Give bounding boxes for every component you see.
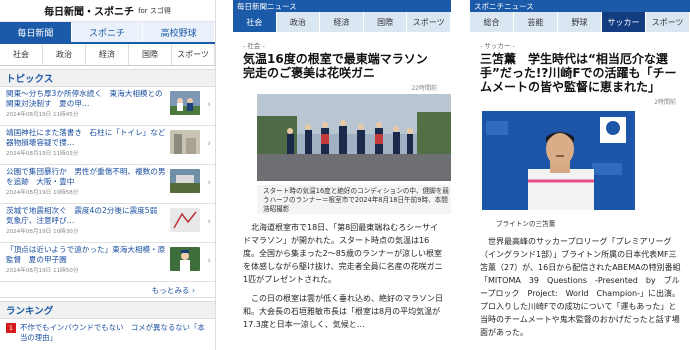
news-item[interactable]: 公園で集団暴行か 男性が重傷不明、複数の男を追跡 大阪・豊中 2024年08月1… [0, 165, 215, 204]
news-item[interactable]: 「頂点は近いようで遠かった」東海大相模・原監督 夏の甲子園 2024年08月19… [0, 243, 215, 282]
news-title: 「頂点は近いようで遠かった」東海大相模・原監督 夏の甲子園 [6, 245, 166, 264]
news-title: 関東～分ち厚3か所停水続く 東海大相模との関東対決制す 夏の甲… [6, 89, 163, 108]
tab-economy[interactable]: 経済 [320, 12, 364, 32]
brand-subtitle: for スゴ得 [138, 6, 171, 15]
tab-sponichi[interactable]: スポニチ [71, 22, 144, 42]
ranking-item[interactable]: 1 不作でもインバウンドでもない コメが異なるない「本当の理由」 [0, 319, 215, 347]
article-photo [257, 94, 451, 181]
chevron-right-icon: › [207, 217, 211, 227]
news-item[interactable]: 茨城で地震相次ぐ 震度4の2分後に震度5弱 気象庁、注意呼び… 2024年08月… [0, 204, 215, 243]
category-bar: 社会 政治 経済 国際 スポーツ [0, 44, 215, 66]
category-society[interactable]: 社会 [0, 44, 43, 65]
chevron-right-icon: › [191, 286, 195, 295]
category-sports[interactable]: スポーツ [172, 44, 215, 65]
article-photo [482, 111, 635, 210]
chevron-right-icon: › [207, 100, 211, 110]
brand-title: 毎日新聞・スポニチ [44, 7, 135, 18]
tab-koukou-yakyu[interactable]: 高校野球 [143, 22, 215, 42]
article-headline: 気温16度の根室で最東端マラソン 完走のご褒美は花咲ガニ [243, 52, 440, 80]
article-paragraph: 北海道根室市で18日、「第8回最東端ねむろシーサイドマラソン」が開かれた。スター… [243, 223, 443, 284]
photo-caption: スタート時の気温16度と絶好のコンディションの中、健脚を競うハーフのランナー＝根… [257, 185, 451, 214]
tab-sports[interactable]: スポーツ [407, 12, 451, 32]
chevron-right-icon: › [207, 256, 211, 266]
tab-general[interactable]: 総合 [470, 12, 514, 32]
mainichi-article-screen: 毎日新聞ニュース 社会 政治 経済 国際 スポーツ - 社会 - 気温16度の根… [233, 0, 451, 350]
ranking-title: 不作でもインバウンドでもない コメが異なるない「本当の理由」 [20, 323, 205, 342]
tab-soccer[interactable]: サッカー [602, 12, 646, 32]
news-item[interactable]: 靖国神社にまた落書き 石柱に「トイレ」など 器物損壊容疑で捜… 2024年08月… [0, 126, 215, 165]
section-label: - サッカー - [480, 42, 515, 50]
sponichi-article-screen: スポニチニュース 総合 芸能 野球 サッカー スポーツ - サッカー - 三笘薫… [470, 0, 690, 350]
article-paragraph: 世界最高峰のサッカープロリーグ「プレミアリーグ（イングランド1部）」ブライトン所… [480, 237, 681, 337]
app-header: スポニチニュース [470, 0, 690, 12]
news-thumbnail [170, 208, 200, 232]
article-body: 北海道根室市で18日、「第8回最東端ねむろシーサイドマラソン」が開かれた。スター… [233, 214, 451, 331]
more-label: もっとみる [151, 286, 190, 295]
news-title: 靖国神社にまた落書き 石柱に「トイレ」など 器物損壊容疑で捜… [6, 128, 174, 147]
chevron-right-icon: › [207, 139, 211, 149]
chevron-right-icon: › [207, 178, 211, 188]
app-header: 毎日新聞・スポニチ for スゴ得 [0, 0, 215, 22]
article-paragraph: この日の根室は雲が低く垂れ込め、絶好のマラソン日和。大会長の石垣雅敏市長は「根室… [243, 294, 443, 329]
topics-heading: トピックス [0, 69, 215, 87]
ranking-heading: ランキング [0, 301, 215, 319]
news-thumbnail [170, 91, 200, 115]
tab-international[interactable]: 国際 [364, 12, 408, 32]
published-ago: 2時間前 [654, 99, 676, 106]
article-headline: 三笘薫 学生時代は“相当厄介な選手”だった!?川崎Fでの活躍も「チームメートの皆… [480, 52, 677, 94]
news-thumbnail [170, 130, 200, 154]
mainichi-home-screen: 毎日新聞・スポニチ for スゴ得 毎日新聞 スポニチ 高校野球 社会 政治 経… [0, 0, 216, 350]
tab-sports[interactable]: スポーツ [646, 12, 690, 32]
news-title: 公園で集団暴行か 男性が重傷不明、複数の男を追跡 大阪・豊中 [6, 167, 166, 186]
tab-mainichi[interactable]: 毎日新聞 [0, 22, 72, 42]
category-tabs: 社会 政治 経済 国際 スポーツ [233, 12, 451, 32]
news-thumbnail [170, 247, 200, 271]
photo-caption: ブライトンの三笘薫 [496, 220, 556, 228]
tab-politics[interactable]: 政治 [277, 12, 321, 32]
category-tabs: 総合 芸能 野球 サッカー スポーツ [470, 12, 690, 32]
rank-badge: 1 [6, 323, 16, 333]
source-tabs: 毎日新聞 スポニチ 高校野球 [0, 22, 215, 44]
section-label: - 社会 - [243, 42, 265, 50]
news-item[interactable]: 関東～分ち厚3か所停水続く 東海大相模との関東対決制す 夏の甲… 2024年08… [0, 87, 215, 126]
category-economy[interactable]: 経済 [86, 44, 129, 65]
category-international[interactable]: 国際 [129, 44, 172, 65]
category-politics[interactable]: 政治 [43, 44, 86, 65]
tab-society[interactable]: 社会 [233, 12, 277, 32]
article-body: 世界最高峰のサッカープロリーグ「プレミアリーグ（イングランド1部）」ブライトン所… [470, 228, 690, 339]
more-link[interactable]: もっとみる › [0, 282, 215, 298]
published-ago: 22時間前 [411, 85, 437, 92]
news-title: 茨城で地震相次ぐ 震度4の2分後に震度5弱 気象庁、注意呼び… [6, 206, 165, 225]
app-header: 毎日新聞ニュース [233, 0, 451, 12]
tab-entertainment[interactable]: 芸能 [514, 12, 558, 32]
news-thumbnail [170, 169, 200, 193]
tab-baseball[interactable]: 野球 [558, 12, 602, 32]
